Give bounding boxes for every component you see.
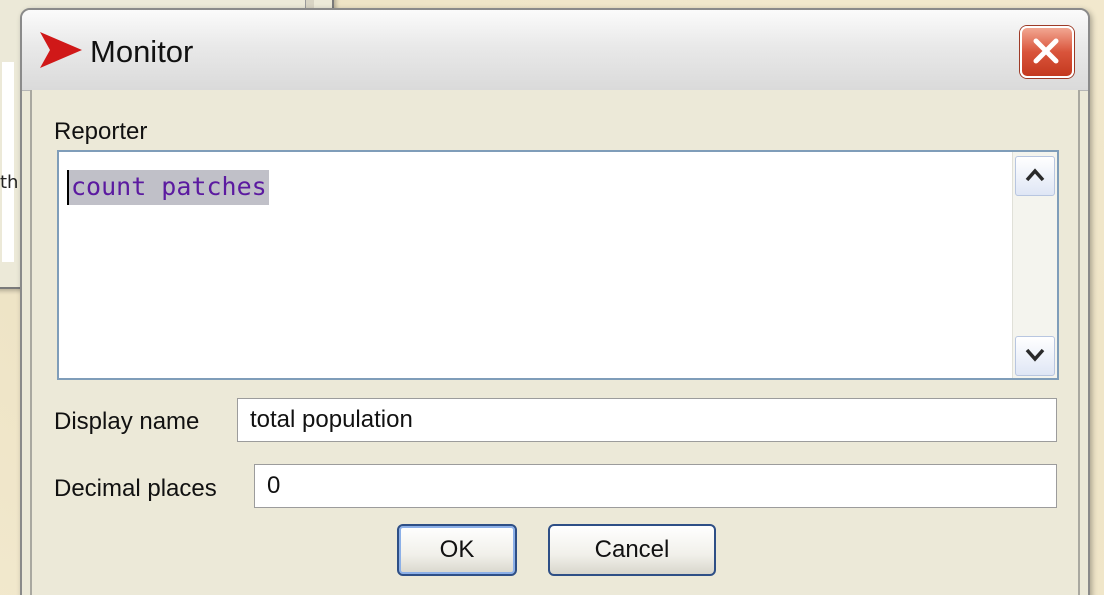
reporter-editor[interactable]: count patches	[57, 150, 1059, 380]
decimal-places-label: Decimal places	[54, 475, 217, 502]
display-name-field[interactable]: total population	[237, 398, 1057, 442]
monitor-dialog: Monitor Reporter count patches Display n…	[20, 8, 1090, 595]
scroll-up-button[interactable]	[1015, 156, 1055, 196]
title-bar[interactable]: Monitor	[22, 10, 1088, 91]
vertical-scrollbar[interactable]	[1012, 152, 1057, 378]
chevron-up-icon	[1025, 168, 1045, 182]
background-text-fragment: th	[0, 172, 19, 193]
ok-button[interactable]: OK	[397, 524, 517, 576]
dialog-title: Monitor	[90, 34, 194, 69]
dialog-content: Reporter count patches Display name tota…	[30, 90, 1080, 595]
close-button[interactable]	[1020, 26, 1074, 78]
background-window-panel	[2, 62, 14, 262]
reporter-label: Reporter	[54, 118, 148, 145]
close-icon	[1033, 38, 1059, 64]
decimal-places-field[interactable]: 0	[254, 464, 1057, 508]
chevron-down-icon	[1025, 348, 1045, 362]
scroll-down-button[interactable]	[1015, 336, 1055, 376]
reporter-code[interactable]: count patches	[67, 170, 269, 205]
cancel-button[interactable]: Cancel	[548, 524, 716, 576]
display-name-label: Display name	[54, 408, 200, 435]
netlogo-arrow-icon	[40, 32, 82, 72]
